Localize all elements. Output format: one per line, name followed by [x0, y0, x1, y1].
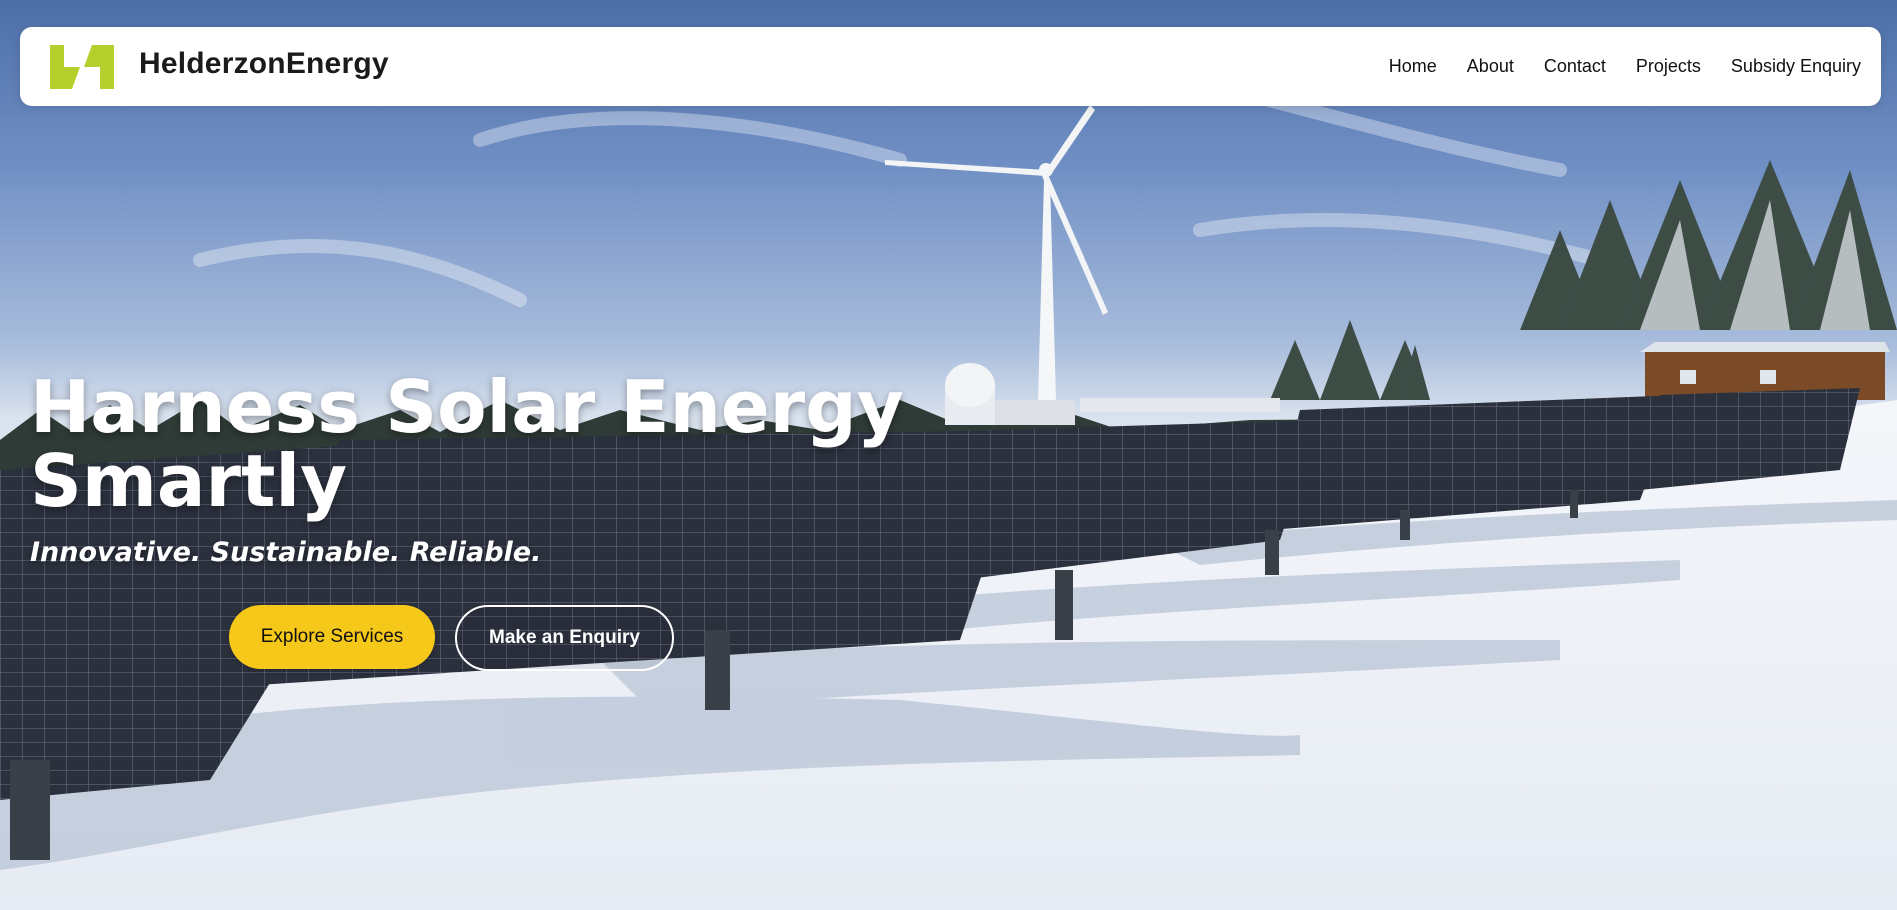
hero-headline: Harness Solar Energy Smartly [30, 365, 904, 523]
hero-tagline: Innovative. Sustainable. Reliable. [30, 537, 542, 568]
hero-section: HelderzonEnergy Home About Contact Proje… [0, 0, 1897, 910]
nav-subsidy-enquiry-link[interactable]: Subsidy Enquiry [1731, 56, 1861, 77]
brand-name[interactable]: HelderzonEnergy [139, 47, 389, 81]
top-navbar: HelderzonEnergy Home About Contact Proje… [20, 27, 1881, 106]
nav-contact-link[interactable]: Contact [1544, 56, 1606, 77]
nav-home-link[interactable]: Home [1389, 56, 1437, 77]
make-enquiry-button[interactable]: Make an Enquiry [455, 605, 674, 671]
helderzon-logo-icon[interactable] [50, 45, 114, 89]
nav-about-link[interactable]: About [1467, 56, 1514, 77]
explore-services-button[interactable]: Explore Services [229, 605, 435, 669]
nav-projects-link[interactable]: Projects [1636, 56, 1701, 77]
main-nav: Home About Contact Projects Subsidy Enqu… [1389, 27, 1861, 106]
